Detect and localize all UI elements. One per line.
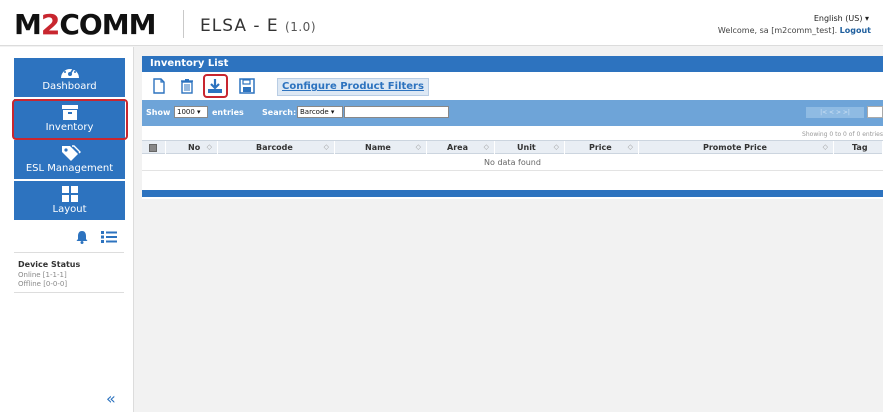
column-label: Promote Price [703,143,767,152]
column-header-promote-price[interactable]: Promote Price ◇ [639,141,834,155]
column-header-area[interactable]: Area ◇ [427,141,495,155]
column-header-barcode[interactable]: Barcode ◇ [218,141,335,155]
list-icon[interactable] [101,230,117,244]
device-status-online: Online [1-1-1] [18,271,67,279]
sidebar-item-label: Dashboard [42,81,97,92]
app-title: ELSA - E (1.0) [200,16,316,36]
m2comm-logo: M2COMM [14,8,156,41]
bell-icon[interactable] [75,230,89,244]
column-header-price[interactable]: Price ◇ [565,141,639,155]
search-field-select[interactable]: Barcode ▾ [297,106,343,118]
welcome-message: Welcome, sa [m2comm_test]. Logout [718,26,871,35]
entries-select[interactable]: 1000 ▾ [174,106,208,118]
panel-title: Inventory List [142,56,883,72]
inventory-panel: Inventory List Configure Product Filters… [142,56,883,199]
sidebar-item-label: Layout [52,204,87,215]
app-title-text: ELSA - E [200,16,279,36]
configure-product-filters-button[interactable]: Configure Product Filters [277,78,429,96]
logo-text-comm: COMM [59,8,156,41]
select-all-checkbox[interactable] [149,144,157,152]
language-selector[interactable]: English (US) ▾ [814,14,869,23]
sort-icon: ◇ [483,143,489,151]
logo-text-m: M [14,8,42,41]
panel-footer-bar [142,190,883,197]
showing-entries-text: Showing 0 to 0 of 0 entries [802,131,883,138]
export-highlight-box [203,74,228,98]
table-filter-bar: Show 1000 ▾ entries Search: Barcode ▾ |<… [142,100,883,126]
column-label: Area [447,143,468,152]
empty-table-message: No data found [142,155,883,171]
column-header-name[interactable]: Name ◇ [335,141,427,155]
inventory-highlight-box [12,99,128,140]
sort-icon: ◇ [323,143,329,151]
sort-icon: ◇ [822,143,828,151]
trash-icon[interactable] [178,77,196,95]
column-label: No [188,143,201,152]
divider [14,252,124,253]
column-label: Barcode [256,143,293,152]
device-status-offline: Offline [0-0-0] [18,280,68,288]
top-header: M2COMM ELSA - E (1.0) English (US) ▾ Wel… [0,0,883,46]
logout-link[interactable]: Logout [840,26,871,35]
search-label: Search: [262,108,297,117]
sidebar-item-dashboard[interactable]: Dashboard [14,58,125,97]
app-window: M2COMM ELSA - E (1.0) English (US) ▾ Wel… [0,0,883,412]
dashboard-gauge-icon [60,66,79,78]
new-document-icon[interactable] [150,77,168,95]
sidebar-item-label: ESL Management [25,163,114,174]
app-version: (1.0) [285,20,316,34]
column-label: Name [365,143,391,152]
show-label: Show [146,108,171,117]
entries-label: entries [212,108,244,117]
welcome-text: Welcome, sa [m2comm_test]. [717,26,840,35]
search-input[interactable] [344,106,449,118]
sidebar-item-layout[interactable]: Layout [14,181,125,220]
tags-icon [61,145,81,161]
column-header-no[interactable]: No ◇ [166,141,218,155]
divider [14,292,124,293]
column-label: Price [589,143,612,152]
floppy-disk-icon[interactable] [238,77,256,95]
sort-icon: ◇ [627,143,633,151]
column-header-unit[interactable]: Unit ◇ [495,141,565,155]
collapse-sidebar-button[interactable]: « [106,389,116,408]
page-number-input[interactable] [867,106,883,118]
column-label: Tag [852,143,868,152]
logo-text-2: 2 [40,8,61,41]
column-header-tag[interactable]: Tag [834,141,883,155]
device-status-title: Device Status [18,260,81,269]
sidebar-item-esl-management[interactable]: ESL Management [14,140,125,179]
pagination-controls[interactable]: |< < > >| [806,107,864,118]
sort-icon: ◇ [553,143,559,151]
sort-icon: ◇ [415,143,421,151]
select-all-column[interactable] [142,141,166,155]
column-label: Unit [517,143,536,152]
logo-divider [183,10,184,38]
sort-icon: ◇ [206,143,212,151]
layout-grid-icon [61,186,78,202]
table-header: No ◇ Barcode ◇ Name ◇ Area ◇ Unit ◇ Price ◇ Pr… [142,140,883,155]
sidebar: Dashboard Inventory ESL Management Layou… [0,47,134,412]
toolbar: Configure Product Filters [142,72,883,100]
